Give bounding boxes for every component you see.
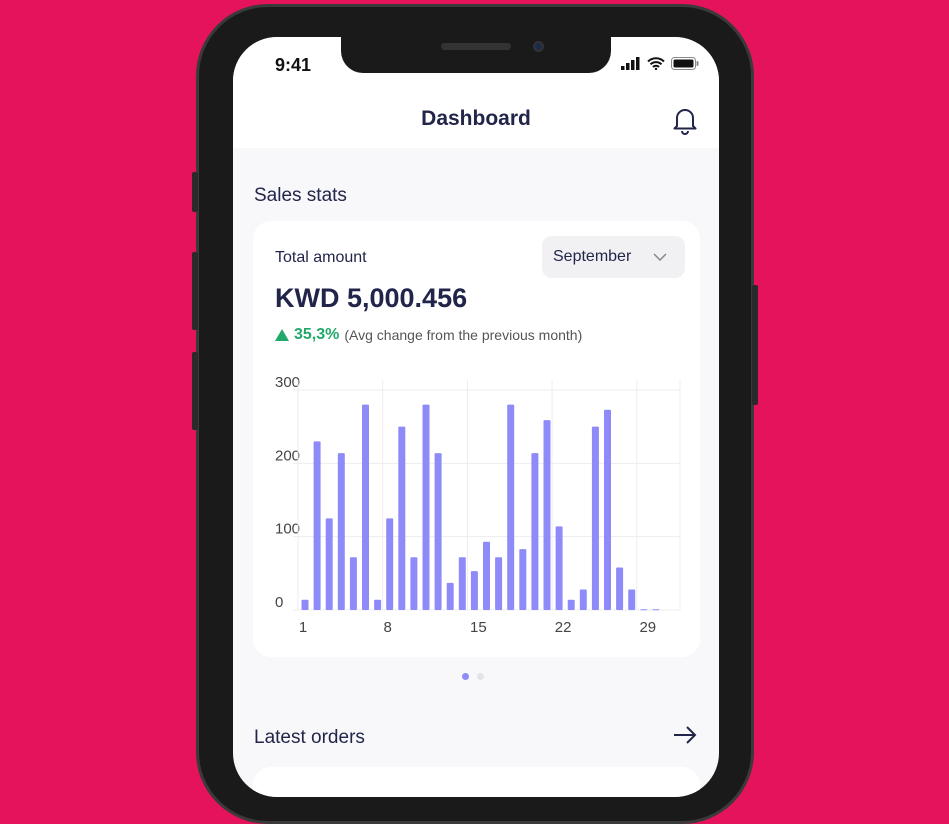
latest-orders-title: Latest orders (254, 727, 365, 748)
signal-icon (621, 57, 640, 70)
app-header: 9:41 Dashboard (233, 37, 719, 148)
bar-day-16 (483, 541, 490, 610)
bar-day-23 (567, 599, 575, 610)
bar-day-25 (591, 426, 599, 610)
bar-day-26 (604, 409, 611, 610)
bar-day-14 (458, 557, 466, 610)
bar-day-29 (640, 609, 648, 611)
bar-day-15 (470, 571, 478, 610)
volume-down-button (192, 352, 198, 430)
power-button (752, 285, 758, 405)
y-tick-label: 0 (275, 594, 283, 611)
bar-day-24 (579, 589, 587, 610)
page-title: Dashboard (421, 107, 531, 130)
bar-day-12 (434, 453, 442, 610)
bar-day-27 (616, 567, 624, 610)
bar-day-9 (398, 426, 406, 610)
bar-day-19 (519, 549, 527, 610)
bar-day-2 (313, 441, 321, 610)
bar-day-13 (446, 582, 454, 610)
x-tick-label: 8 (384, 619, 392, 636)
y-tick-label: 200 (275, 447, 300, 464)
pager-dot[interactable] (477, 673, 484, 680)
status-time: 9:41 (275, 55, 312, 75)
x-tick-label: 22 (555, 619, 572, 636)
bar-day-21 (543, 420, 551, 610)
sales-bar-chart: 0 100 200 300 1 8 15 22 29 (275, 374, 681, 636)
bar-day-1 (301, 599, 309, 610)
volume-up-button (192, 252, 198, 330)
pager-dot-active[interactable] (462, 673, 469, 680)
bar-day-6 (362, 404, 369, 610)
status-icons (621, 57, 699, 70)
sales-card: Total amount September KWD 5,000.456 35,… (253, 221, 700, 657)
bar-day-3 (325, 518, 333, 610)
battery-icon (671, 57, 699, 70)
bar-day-5 (349, 557, 357, 610)
x-tick-label: 1 (299, 619, 307, 636)
bell-icon[interactable] (671, 105, 699, 135)
bar-day-8 (386, 518, 394, 610)
x-tick-label: 15 (470, 619, 487, 636)
bar-day-4 (337, 453, 345, 610)
y-tick-label: 100 (275, 521, 300, 538)
bar-day-18 (507, 404, 515, 610)
camera-icon (533, 41, 544, 52)
bar-day-30 (652, 609, 660, 611)
bar-day-20 (531, 453, 539, 610)
bar-day-17 (495, 557, 503, 610)
y-tick-label: 300 (275, 374, 300, 391)
notch (341, 37, 611, 73)
app-screen: 9:41 Dashboard Sales stats Total amount … (233, 37, 719, 797)
wifi-icon (647, 57, 665, 70)
pager-dots (462, 673, 484, 680)
sales-stats-title: Sales stats (254, 185, 347, 206)
mute-switch (192, 172, 198, 212)
bar-day-7 (374, 599, 382, 610)
x-tick-label: 29 (639, 619, 656, 636)
bar-day-28 (628, 589, 636, 610)
bar-day-10 (410, 557, 418, 610)
arrow-right-icon[interactable] (673, 725, 697, 745)
latest-orders-card (253, 767, 700, 797)
bar-day-22 (555, 526, 563, 610)
bar-day-11 (422, 404, 430, 610)
